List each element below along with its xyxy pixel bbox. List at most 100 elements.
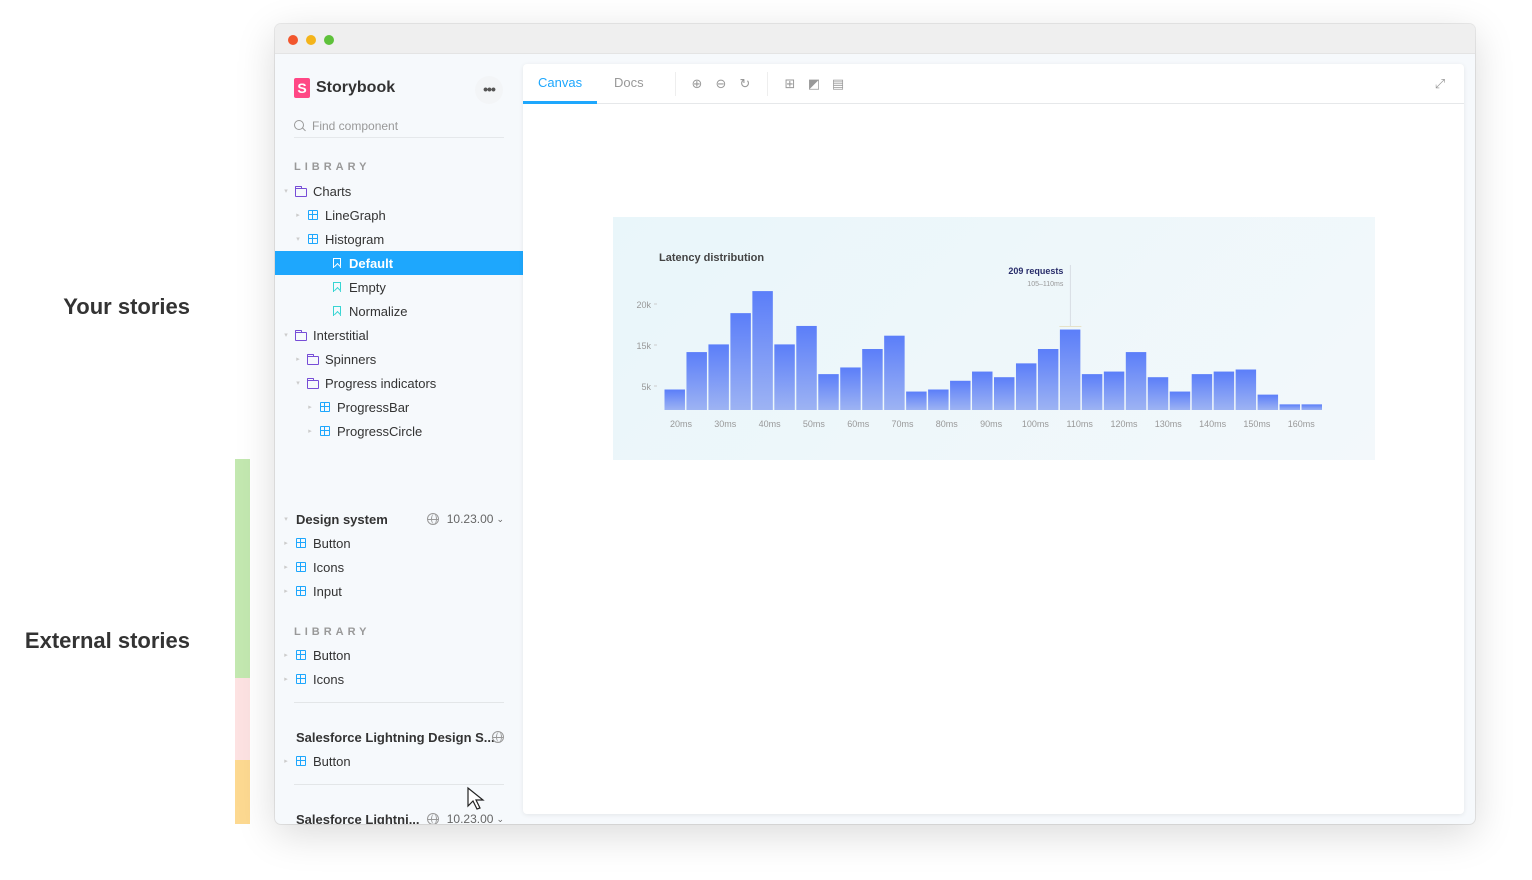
toolbar-divider: [767, 72, 768, 96]
histogram-bar[interactable]: [686, 352, 707, 410]
chevron-down-icon[interactable]: ⌄: [496, 514, 504, 525]
caret-down-icon: ▾: [284, 188, 288, 195]
histogram-bar[interactable]: [906, 391, 927, 410]
search-box[interactable]: [294, 114, 504, 138]
folder-icon: [295, 185, 307, 197]
maximize-window-button[interactable]: [324, 35, 334, 45]
y-tick-label: 5k: [641, 382, 651, 392]
tree-item-button[interactable]: ▸ Button: [275, 531, 523, 555]
caret-right-icon: ▸: [284, 676, 288, 683]
tree-item-empty[interactable]: Empty: [275, 275, 523, 299]
histogram-bar[interactable]: [862, 349, 883, 410]
storybook-brand[interactable]: S Storybook: [294, 78, 395, 98]
tree-item-progress-indicators[interactable]: ▾ Progress indicators: [275, 371, 523, 395]
ref-header[interactable]: Salesforce Lightning Design S...: [275, 725, 523, 749]
find-component-input[interactable]: [312, 118, 492, 133]
external-stories-label: External stories: [24, 628, 190, 653]
close-window-button[interactable]: [288, 35, 298, 45]
ref-version[interactable]: 10.23.00: [447, 512, 494, 526]
tree-item-icons[interactable]: ▸ Icons: [275, 555, 523, 579]
x-tick-label: 40ms: [759, 419, 782, 429]
viewport-icon[interactable]: ▤: [830, 76, 846, 92]
tree-item-button[interactable]: ▸ Button: [275, 749, 523, 773]
tab-canvas[interactable]: Canvas: [523, 64, 598, 104]
ref-version[interactable]: 10.23.00: [447, 812, 494, 824]
histogram-bar[interactable]: [1279, 404, 1301, 410]
storybook-logo-icon: S: [294, 78, 310, 98]
tab-docs[interactable]: Docs: [599, 64, 659, 104]
histogram-bar[interactable]: [884, 335, 905, 410]
histogram-bar[interactable]: [950, 380, 971, 410]
histogram-bar[interactable]: [1257, 394, 1279, 410]
caret-right-icon: ▸: [284, 588, 288, 595]
ref-title: Salesforce Lightni...: [296, 811, 420, 825]
zoom-in-icon[interactable]: ⊕: [689, 76, 705, 92]
histogram-bar[interactable]: [1125, 352, 1147, 410]
histogram-bar[interactable]: [796, 325, 817, 410]
tree-item-linegraph[interactable]: ▸ LineGraph: [275, 203, 523, 227]
caret-right-icon: ▸: [284, 540, 288, 547]
histogram-bar[interactable]: [664, 389, 685, 411]
tree-item-input[interactable]: ▸ Input: [275, 579, 523, 603]
histogram-bar[interactable]: [1235, 369, 1257, 410]
divider: [294, 702, 504, 703]
histogram-bar[interactable]: [928, 389, 949, 411]
histogram-bar[interactable]: [1037, 349, 1059, 410]
tree-item-label: Icons: [313, 671, 345, 687]
tree-item-normalize[interactable]: Normalize: [275, 299, 523, 323]
x-tick-label: 60ms: [847, 419, 870, 429]
caret-right-icon: ▸: [284, 652, 288, 659]
tree-item-icons[interactable]: ▸ Icons: [275, 667, 523, 691]
zoom-out-icon[interactable]: ⊖: [713, 76, 729, 92]
chevron-down-icon[interactable]: ⌄: [496, 814, 504, 825]
histogram-bar[interactable]: [1213, 371, 1235, 410]
caret-right-icon: ▸: [284, 564, 288, 571]
design-system-indicator-strip: [235, 459, 250, 678]
histogram-bar[interactable]: [994, 377, 1015, 410]
menu-button[interactable]: •••: [475, 76, 503, 104]
histogram-bar[interactable]: [1081, 374, 1103, 410]
tooltip-range: 105–110ms: [1027, 281, 1064, 288]
tooltip-value: 209 requests: [1008, 266, 1063, 276]
tree-item-label: LineGraph: [325, 207, 386, 223]
tree-item-interstitial[interactable]: ▾ Interstitial: [275, 323, 523, 347]
component-icon: [308, 234, 318, 244]
histogram-card: Latency distribution 20k 15k 5k 20ms 30ms 40…: [613, 217, 1375, 460]
folder-icon: [307, 377, 319, 389]
tree-item-spinners[interactable]: ▸ Spinners: [275, 347, 523, 371]
tree-item-label: Button: [313, 535, 351, 551]
zoom-reset-icon[interactable]: ↻: [737, 76, 753, 92]
tree-item-default[interactable]: Default: [275, 251, 523, 275]
histogram-bar[interactable]: [708, 344, 729, 410]
caret-right-icon: ▸: [296, 212, 300, 219]
globe-icon: [426, 513, 439, 525]
grid-icon[interactable]: ⊞: [782, 76, 798, 92]
histogram-bar[interactable]: [774, 344, 795, 410]
bookmark-icon: [333, 258, 341, 268]
histogram-bar[interactable]: [752, 291, 773, 410]
x-tick-label: 160ms: [1288, 419, 1316, 429]
tree-item-progressbar[interactable]: ▸ ProgressBar: [275, 395, 523, 419]
minimize-window-button[interactable]: [306, 35, 316, 45]
histogram-bar[interactable]: [1169, 391, 1191, 410]
tree-item-progresscircle[interactable]: ▸ ProgressCircle: [275, 419, 523, 443]
tree-item-histogram[interactable]: ▾ Histogram: [275, 227, 523, 251]
histogram-bar[interactable]: [1059, 329, 1081, 410]
histogram-bar[interactable]: [818, 374, 839, 410]
histogram-bar[interactable]: [1015, 363, 1037, 410]
ref-header[interactable]: ▾ Design system 10.23.00 ⌄: [275, 507, 523, 531]
x-tick-label: 30ms: [714, 419, 737, 429]
histogram-bar[interactable]: [730, 313, 751, 410]
histogram-bar[interactable]: [972, 371, 993, 410]
tree-item-button[interactable]: ▸ Button: [275, 643, 523, 667]
x-tick-label: 120ms: [1110, 419, 1138, 429]
histogram-bar[interactable]: [1147, 377, 1169, 410]
tree-item-charts[interactable]: ▾ Charts: [275, 179, 523, 203]
histogram-bar[interactable]: [1191, 374, 1213, 410]
histogram-bar[interactable]: [1301, 404, 1322, 410]
background-icon[interactable]: ◩: [806, 76, 822, 92]
histogram-bar[interactable]: [1103, 371, 1125, 410]
fullscreen-icon[interactable]: ⤢: [1432, 76, 1448, 92]
histogram-bar[interactable]: [840, 367, 861, 410]
tree-item-label: Button: [313, 647, 351, 663]
